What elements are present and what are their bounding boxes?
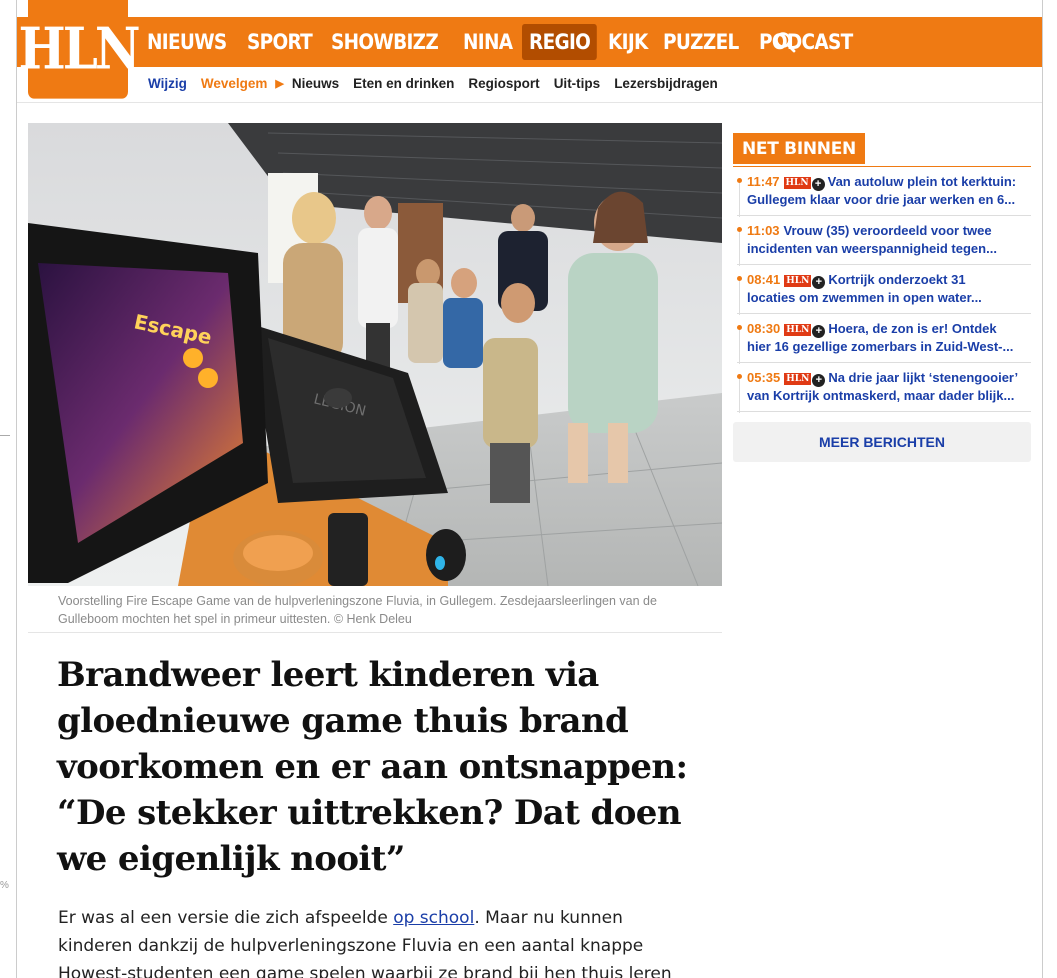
more-news-button[interactable]: MEER BERICHTEN	[733, 422, 1031, 462]
news-line-1: 11:03 Vrouw (35) veroordeeld voor twee	[747, 222, 1031, 240]
news-title-line-2: Gullegem klaar voor drie jaar werken en …	[747, 192, 1016, 207]
news-title-line-1: Van autoluw plein tot kerktuin:	[827, 174, 1017, 189]
nav-item-nieuws[interactable]: NIEUWS	[140, 24, 234, 60]
article-photo: LEGION Escape	[28, 123, 722, 586]
news-title-line-1: Hoera, de zon is er! Ontdek	[828, 321, 997, 336]
nav-item-regio[interactable]: REGIO	[521, 24, 597, 60]
news-time: 05:35	[747, 370, 781, 385]
photo-caption: Voorstelling Fire Escape Game van de hul…	[58, 594, 657, 626]
play-arrow-icon: ▶	[275, 78, 284, 90]
hln-plus-badge-icon: HLN	[784, 324, 812, 336]
news-title-line-1: Na drie jaar lijkt ‘stenengooier’	[828, 370, 1019, 385]
change-region-link[interactable]: Wijzig	[148, 76, 187, 91]
timeline-line	[739, 379, 740, 413]
plus-icon: +	[812, 374, 826, 387]
subnav-item-nieuws[interactable]: Nieuws	[292, 76, 339, 91]
news-item[interactable]: 08:30 HLN + Hoera, de zon is er! Ontdek hier…	[737, 314, 1031, 364]
news-line-1: 05:35 HLN + Na drie jaar lijkt ‘stenengooie…	[747, 369, 1031, 387]
news-title-line-1: Kortrijk onderzoekt 31	[828, 272, 966, 287]
news-title-line-2: incidenten van weerspannigheid tegen...	[747, 241, 997, 256]
news-item[interactable]: 11:47 HLN + Van autoluw plein tot kerktuin:…	[737, 167, 1031, 217]
news-list: 11:47 HLN + Van autoluw plein tot kerktuin:…	[737, 167, 1031, 413]
article-headline: Brandweer leert kinderen via gloednieuwe…	[57, 655, 688, 879]
window-left-border	[16, 0, 17, 978]
article-lead: Er was al een versie die zich afspeelde …	[58, 904, 698, 978]
news-time: 11:47	[747, 174, 780, 189]
hln-plus-badge-icon: HLN	[783, 177, 811, 189]
news-title-line-2: locaties om zwemmen in open water...	[747, 290, 982, 305]
news-time: 08:30	[747, 321, 781, 336]
net-binnen-heading: NET BINNEN	[733, 133, 865, 164]
news-title-line-2: van Kortrijk ontmaskerd, maar dader blij…	[747, 388, 1015, 403]
search-icon[interactable]	[774, 31, 796, 53]
hln-plus-badge-icon: HLN	[784, 275, 812, 287]
subnav-item-regiosport[interactable]: Regiosport	[468, 76, 539, 91]
timeline-line	[739, 183, 740, 217]
margin-mark: %	[0, 880, 9, 891]
nav-item-nina[interactable]: NINA	[456, 24, 519, 60]
nav-item-podcast[interactable]: PODCAST	[752, 24, 860, 60]
subnav-item-uit-tips[interactable]: Uit-tips	[554, 76, 601, 91]
top-strip	[17, 0, 1042, 17]
lead-text-start: Er was al een versie die zich afspeelde	[58, 908, 394, 928]
hln-plus-badge-icon: HLN	[784, 373, 812, 385]
hln-logo[interactable]: HLN	[18, 0, 141, 99]
timeline-line	[739, 330, 740, 364]
caption-divider	[28, 632, 722, 633]
main-nav: NIEUWS SPORT SHOWBIZZ NINA REGIO KIJK PUZZEL PO…	[140, 17, 868, 67]
news-time: 08:41	[747, 272, 781, 287]
region-link[interactable]: Wevelgem	[201, 76, 268, 91]
news-item[interactable]: 08:41 HLN + Kortrijk onderzoekt 31 locaties …	[737, 265, 1031, 315]
nav-item-puzzel[interactable]: PUZZEL	[656, 24, 746, 60]
sub-nav-items: Wijzig Wevelgem ▶ Nieuws Eten en drinken R…	[148, 76, 732, 91]
op-school-link[interactable]: op school	[393, 908, 474, 928]
plus-icon: +	[812, 276, 826, 289]
news-time: 11:03	[747, 223, 780, 238]
news-title-line-1: Vrouw (35) veroordeeld voor twee	[783, 223, 992, 238]
plus-icon: +	[811, 178, 825, 191]
window-right-border	[1042, 0, 1043, 978]
news-line-1: 08:30 HLN + Hoera, de zon is er! Ontdek	[747, 320, 1031, 338]
news-title-line-2: hier 16 gezellige zomerbars in Zuid-West…	[747, 339, 1014, 354]
timeline-line	[739, 232, 740, 266]
subnav-item-lezersbijdragen[interactable]: Lezersbijdragen	[614, 76, 718, 91]
nav-item-kijk[interactable]: KIJK	[601, 24, 655, 60]
nav-item-showbizz[interactable]: SHOWBIZZ	[324, 24, 445, 60]
margin-tick	[0, 435, 10, 436]
subnav-item-eten-en-drinken[interactable]: Eten en drinken	[353, 76, 454, 91]
nav-item-sport[interactable]: SPORT	[240, 24, 319, 60]
news-line-1: 08:41 HLN + Kortrijk onderzoekt 31	[747, 271, 1031, 289]
news-item[interactable]: 05:35 HLN + Na drie jaar lijkt ‘stenengooie…	[737, 363, 1031, 413]
plus-icon: +	[812, 325, 826, 338]
news-line-1: 11:47 HLN + Van autoluw plein tot kerktuin:	[747, 173, 1031, 191]
timeline-line	[739, 281, 740, 315]
news-item[interactable]: 11:03 Vrouw (35) veroordeeld voor twee inc…	[737, 216, 1031, 266]
